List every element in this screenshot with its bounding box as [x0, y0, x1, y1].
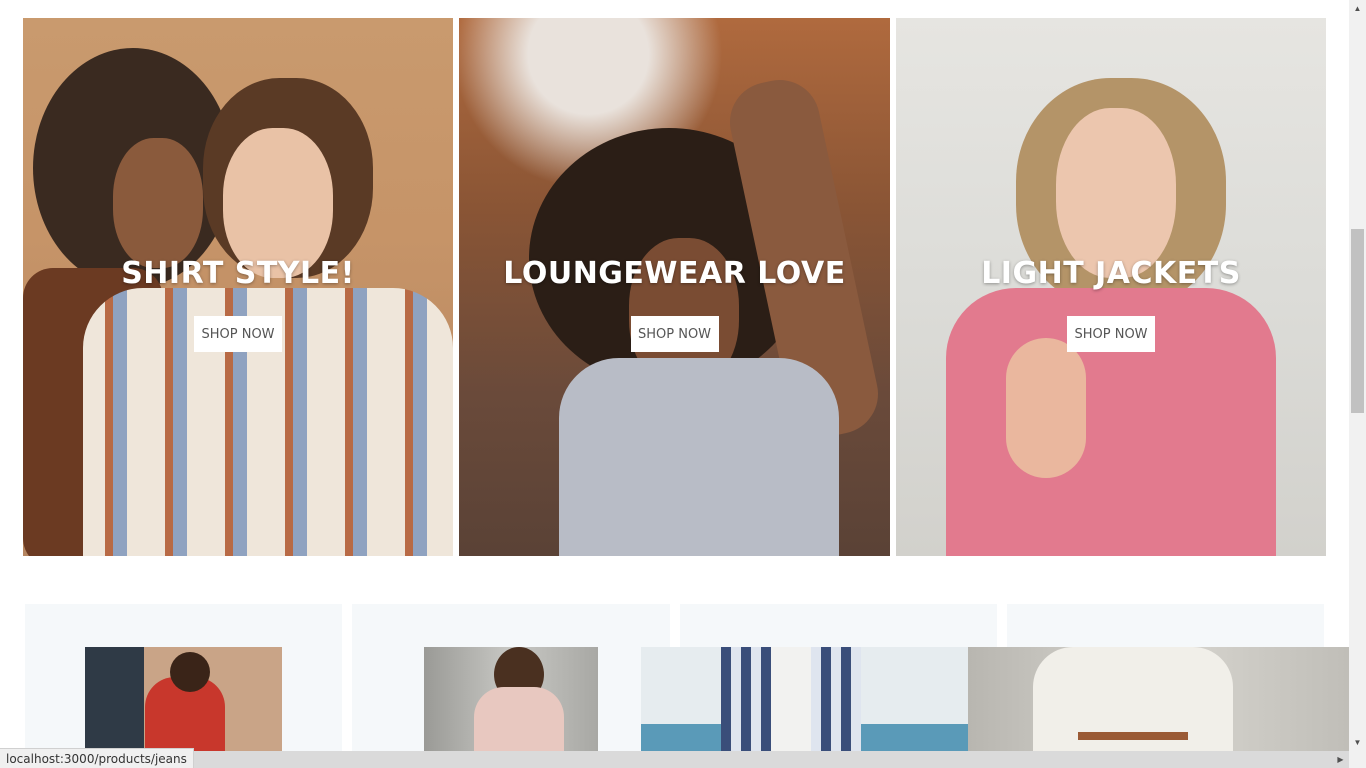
arrow-right-icon[interactable]: ▶ [1332, 751, 1349, 768]
category-card-loungewear-love[interactable]: LOUNGEWEAR LOVE SHOP NOW [459, 18, 890, 556]
category-title: SHIRT STYLE! [121, 256, 355, 291]
arrow-up-icon[interactable]: ▲ [1349, 0, 1366, 17]
category-title: LIGHT JACKETS [981, 256, 1241, 291]
product-image[interactable] [968, 647, 1349, 757]
vertical-scrollbar[interactable]: ▲ ▼ [1349, 0, 1366, 768]
arrow-down-icon[interactable]: ▼ [1349, 734, 1366, 751]
category-title: LOUNGEWEAR LOVE [503, 256, 846, 291]
scrollbar-thumb[interactable] [1351, 229, 1364, 413]
shop-now-button[interactable]: SHOP NOW [630, 316, 719, 352]
product-image[interactable] [641, 647, 968, 757]
status-bar-url: localhost:3000/products/jeans [0, 748, 194, 768]
category-card-shirt-style[interactable]: SHIRT STYLE! SHOP NOW [23, 18, 453, 556]
page: SHIRT STYLE! SHOP NOW LOUNGEWEAR LOVE SH… [0, 0, 1366, 768]
horizontal-scrollbar[interactable]: ▶ [0, 751, 1349, 768]
shop-now-button[interactable]: SHOP NOW [194, 316, 282, 352]
shop-now-button[interactable]: SHOP NOW [1067, 316, 1155, 352]
product-image[interactable] [424, 647, 598, 757]
category-card-light-jackets[interactable]: LIGHT JACKETS SHOP NOW [896, 18, 1326, 556]
product-image[interactable] [85, 647, 282, 757]
